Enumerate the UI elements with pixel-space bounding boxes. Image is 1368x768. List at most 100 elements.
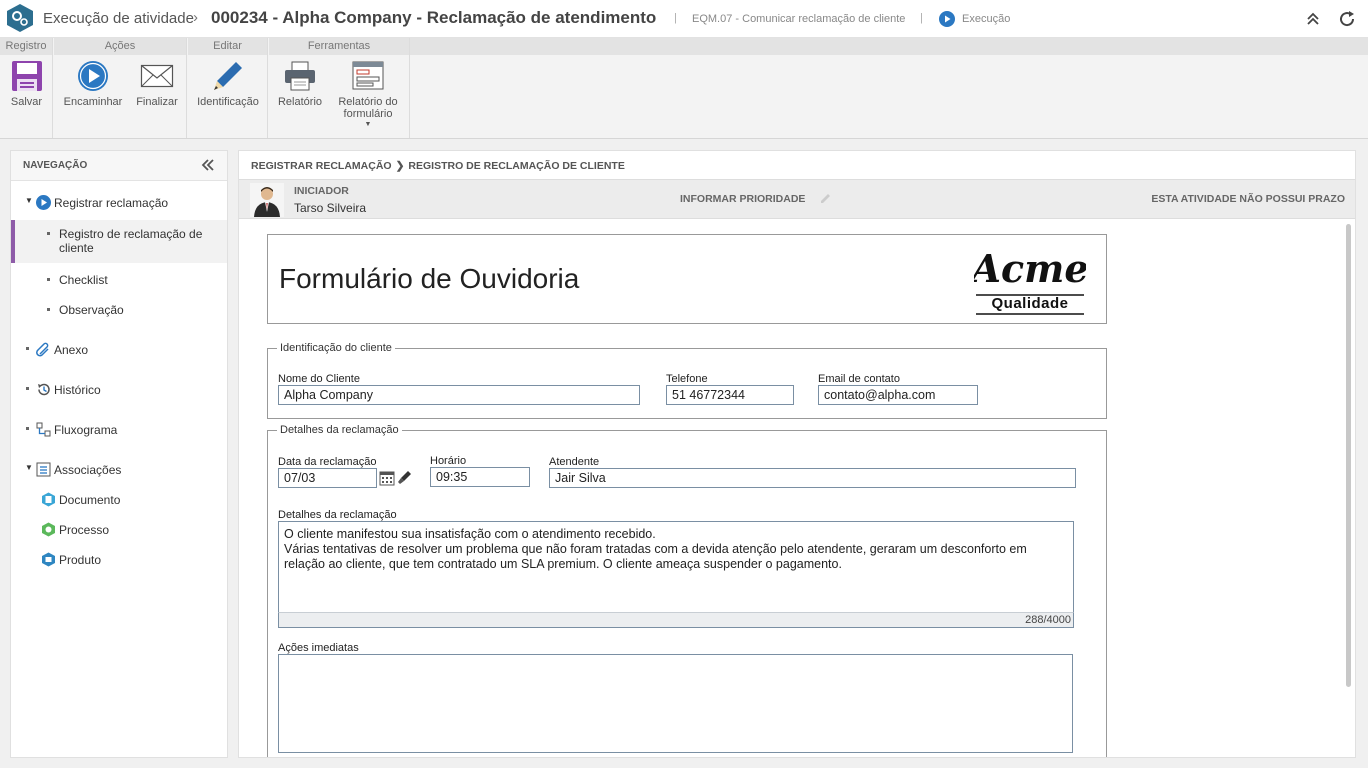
agent-input[interactable]: Jair Silva [549, 468, 1076, 488]
title-bar: Execução de atividade › 000234 - Alpha C… [0, 0, 1368, 38]
client-name-label: Nome do Cliente [278, 373, 360, 385]
ribbon-group-label: Ferramentas [269, 38, 409, 55]
printer-icon [285, 61, 315, 91]
process-code-link[interactable]: EQM.07 - Comunicar reclamação de cliente [692, 13, 905, 25]
chevron-right-icon: ❯ [395, 160, 405, 172]
client-section-legend: Identificação do cliente [280, 342, 392, 354]
app-title: Execução de atividade [43, 10, 194, 27]
breadcrumb-item[interactable]: REGISTRAR RECLAMAÇÃO [251, 160, 392, 172]
nav-item-label: Checklist [59, 273, 108, 287]
play-circle-icon [36, 195, 51, 210]
nav-item-checklist[interactable]: Checklist [11, 270, 227, 290]
activity-info-bar: INICIADOR Tarso Silveira INFORMAR PRIORI… [239, 179, 1355, 219]
ribbon-group-acoes: Ações Encaminhar Finalizar [54, 38, 187, 138]
process-icon [42, 522, 55, 537]
svg-text:Acme: Acme [974, 246, 1086, 291]
priority-label[interactable]: INFORMAR PRIORIDADE [680, 193, 805, 205]
details-label: Detalhes da reclamação [278, 509, 397, 521]
ribbon-group-label: Ações [54, 38, 186, 55]
identification-label: Identificação [197, 96, 259, 108]
breadcrumb: REGISTRAR RECLAMAÇÃO ❯ REGISTRO DE RECLAMA… [251, 160, 625, 172]
nav-item-label: Registrar reclamação [54, 196, 169, 210]
nav-item-produto[interactable]: Produto [11, 550, 227, 570]
phone-label: Telefone [666, 373, 708, 385]
ribbon-group-label: Editar [188, 38, 267, 55]
form-report-icon [352, 61, 384, 90]
deadline-label: ESTA ATIVIDADE NÃO POSSUI PRAZO [1151, 193, 1345, 205]
separator: | [920, 12, 923, 24]
clear-date-icon[interactable] [397, 469, 413, 487]
nav-item-historico[interactable]: Histórico [11, 380, 227, 400]
refresh-icon[interactable] [1337, 9, 1357, 29]
email-label: Email de contato [818, 373, 900, 385]
caret-down-icon[interactable]: ▼ [25, 196, 33, 205]
nav-item-associacoes[interactable]: ▼ Associações [11, 460, 227, 480]
phone-input[interactable]: 51 46772344 [666, 385, 794, 405]
forward-button[interactable]: Encaminhar [58, 60, 128, 108]
complaint-section-legend: Detalhes da reclamação [280, 424, 399, 436]
nav-item-label: Associações [54, 463, 122, 477]
details-textarea[interactable]: O cliente manifestou sua insatisfação co… [278, 521, 1074, 613]
double-chevron-left-icon[interactable] [201, 158, 215, 172]
identification-button[interactable]: Identificação [190, 60, 266, 108]
main-panel: REGISTRAR RECLAMAÇÃO ❯ REGISTRO DE RECLAMA… [238, 150, 1356, 758]
status-text: Execução [962, 13, 1011, 25]
calendar-icon[interactable] [379, 469, 395, 487]
form-report-button[interactable]: Relatório do formulário ▼ [331, 60, 405, 129]
nav-item-label: Anexo [54, 343, 89, 357]
date-label: Data da reclamação [278, 456, 377, 468]
nav-item-label: Fluxograma [54, 423, 118, 437]
document-icon [42, 492, 55, 507]
nav-item-label: Documento [59, 493, 121, 507]
time-label: Horário [430, 455, 467, 467]
immediate-actions-label: Ações imediatas [278, 642, 359, 654]
history-icon [38, 383, 50, 396]
client-name-input[interactable]: Alpha Company [278, 385, 640, 405]
separator: | [674, 12, 677, 24]
email-input[interactable]: contato@alpha.com [818, 385, 978, 405]
nav-item-processo[interactable]: Processo [11, 520, 227, 540]
nav-item-documento[interactable]: Documento [11, 490, 227, 510]
navigation-title: NAVEGAÇÃO [11, 151, 227, 181]
nav-item-registrar-reclamacao[interactable]: ▼ Registrar reclamação [11, 193, 227, 213]
nav-item-label: Observação [59, 303, 124, 317]
report-button[interactable]: Relatório [273, 60, 327, 108]
date-input[interactable]: 07/03 [278, 468, 377, 488]
save-button[interactable]: Salvar [0, 60, 53, 108]
ribbon-group-editar: Editar Identificação [188, 38, 268, 138]
form-report-label: Relatório do formulário [338, 96, 398, 120]
finish-button[interactable]: Finalizar [132, 60, 182, 108]
save-label: Salvar [10, 96, 43, 108]
play-icon [78, 61, 108, 91]
navigation-panel: NAVEGAÇÃO ▼ Registrar reclamação Registr… [10, 150, 228, 758]
app-gear-icon [7, 4, 33, 32]
save-icon [11, 61, 42, 91]
forward-label: Encaminhar [63, 96, 123, 108]
time-input[interactable]: 09:35 [430, 467, 530, 487]
nav-item-observacao[interactable]: Observação [11, 300, 227, 320]
dropdown-caret-icon[interactable]: ▼ [331, 120, 405, 129]
product-icon [42, 552, 55, 567]
nav-item-fluxograma[interactable]: Fluxograma [11, 420, 227, 440]
immediate-actions-textarea[interactable] [278, 654, 1073, 753]
details-line: O cliente manifestou sua insatisfação co… [284, 527, 656, 541]
nav-item-anexo[interactable]: Anexo [11, 340, 227, 360]
nav-item-label: Histórico [54, 383, 101, 397]
edit-pencil-icon[interactable] [820, 193, 831, 204]
play-status-icon [939, 11, 955, 27]
acme-logo: Acme Qualidade [968, 241, 1089, 317]
nav-item-label: Produto [59, 553, 102, 567]
envelope-icon [140, 64, 174, 88]
form-title: Formulário de Ouvidoria [279, 263, 580, 294]
collapse-up-icon[interactable] [1303, 9, 1323, 29]
chevron-right-icon: › [193, 9, 198, 26]
scrollbar[interactable] [1346, 224, 1351, 687]
nav-item-label: Processo [59, 523, 110, 537]
form-header: Formulário de Ouvidoria Acme Qualidade [267, 234, 1107, 324]
caret-down-icon[interactable]: ▼ [25, 463, 33, 472]
finish-label: Finalizar [136, 96, 178, 108]
paperclip-icon [36, 342, 49, 357]
ribbon-group-ferramentas: Ferramentas Relatório Relatório do formu… [269, 38, 410, 138]
pencil-icon [214, 62, 242, 90]
nav-item-registro-reclamacao-cliente[interactable]: Registro de reclamação de cliente [11, 220, 227, 263]
